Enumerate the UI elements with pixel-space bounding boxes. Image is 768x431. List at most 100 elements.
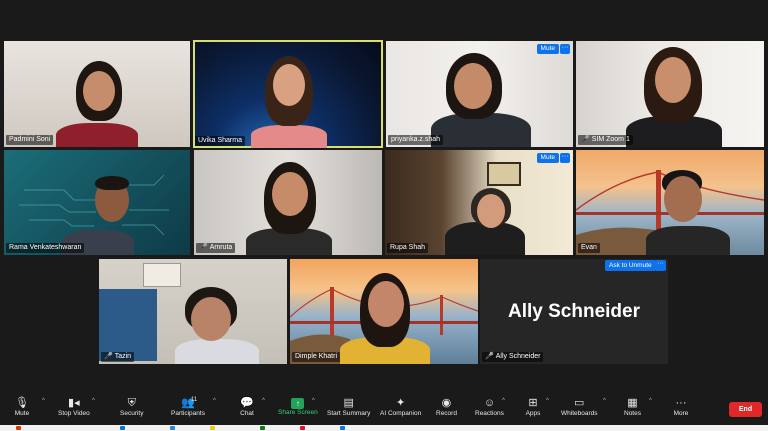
mic-muted-icon: 🎤 (581, 136, 590, 143)
participant-name: SIM Zoom 1 (591, 136, 630, 143)
participant-face (272, 172, 308, 216)
participant-name: Rama Venkateshwaran (9, 244, 82, 251)
meeting-toolbar: 🎙 Mute ^ ▮◂ Stop Video ^ ⛨ Security 👥 11 … (0, 392, 768, 425)
participant-name: Evan (581, 244, 597, 251)
video-tile-priyanka-shah[interactable]: Mute ··· priyanka.z.shah (386, 41, 573, 147)
participant-figure (56, 123, 138, 147)
chat-button[interactable]: 💬 Chat (239, 396, 255, 418)
taskbar-app-icon[interactable] (210, 426, 215, 430)
more-button[interactable]: ··· More (673, 396, 689, 418)
notes-icon: ▦ (627, 397, 638, 409)
chat-label: Chat (240, 410, 254, 417)
notes-options-caret-icon[interactable]: ^ (649, 398, 652, 404)
participant-name: Ally Schneider (495, 353, 541, 360)
name-tag: Padmini Soni (6, 135, 54, 145)
name-tag: Dimple Khatri (292, 352, 341, 362)
wall-sign (143, 263, 181, 287)
video-tile-evan[interactable]: Evan (576, 150, 764, 255)
taskbar-app-icon[interactable] (170, 426, 175, 430)
mute-participant-button[interactable]: Mute (536, 153, 559, 163)
share-screen-arrow-icon: ↑ (291, 398, 305, 409)
video-tile-ally-schneider[interactable]: Ally Schneider 🎤 Ally Schneider (480, 259, 668, 364)
participant-face (454, 63, 492, 109)
video-tile-uvika-sharma[interactable]: Uvika Sharma (193, 40, 383, 148)
ai-companion-button[interactable]: ✦ AI Companion (380, 396, 421, 418)
name-tag: 🎤 Tazin (101, 352, 135, 362)
apps-button[interactable]: ⊞ Apps (525, 396, 541, 418)
mute-participant-button[interactable]: Mute (536, 44, 559, 54)
participant-hair (95, 176, 129, 190)
participant-name: Tazin (114, 353, 132, 360)
name-tag: 🎤 Amruta (196, 243, 236, 253)
sparkle-icon: ✦ (395, 397, 406, 409)
video-tile-tazin[interactable]: 🎤 Tazin (99, 259, 287, 364)
whiteboards-options-caret-icon[interactable]: ^ (603, 398, 606, 404)
participant-figure (646, 226, 730, 255)
apps-label: Apps (525, 410, 541, 417)
security-label: Security (120, 410, 144, 417)
notes-button[interactable]: ▦ Notes (624, 396, 641, 418)
taskbar-app-icon[interactable] (16, 426, 21, 430)
video-tile-amruta[interactable]: 🎤 Amruta (194, 150, 382, 255)
microphone-icon: 🎙 (15, 397, 29, 409)
taskbar-app-icon[interactable] (340, 426, 345, 430)
taskbar-app-icon[interactable] (300, 426, 305, 430)
chat-options-caret-icon[interactable]: ^ (262, 398, 265, 404)
whiteboards-label: Whiteboards (561, 410, 598, 417)
participant-more-button[interactable]: ··· (560, 44, 570, 54)
participant-name: Rupa Shah (390, 244, 426, 251)
video-tile-rama-venkateshwaran[interactable]: Rama Venkateshwaran (4, 150, 190, 255)
start-summary-button[interactable]: ▤ Start Summary (327, 396, 370, 418)
video-tile-sim-zoom-1[interactable]: 🎤 SIM Zoom 1 (576, 41, 764, 147)
video-tile-padmini-soni[interactable]: Padmini Soni (4, 41, 190, 147)
security-button[interactable]: ⛨ Security (120, 396, 143, 418)
mic-muted-icon: 🎤 (485, 353, 494, 360)
participant-face (664, 176, 702, 222)
ai-companion-label: AI Companion (380, 410, 422, 417)
share-options-caret-icon[interactable]: ^ (312, 398, 315, 404)
reactions-button[interactable]: ☺ Reactions (475, 396, 504, 418)
smiley-plus-icon: ☺ (483, 397, 496, 409)
taskbar-app-icon[interactable] (120, 426, 125, 430)
video-tile-dimple-khatri[interactable]: Dimple Khatri (290, 259, 478, 364)
ask-to-unmute-button[interactable]: Ask to Unmute (605, 260, 656, 271)
record-label: Record (436, 410, 457, 417)
end-meeting-button[interactable]: End (729, 402, 762, 417)
chat-bubble-icon: 💬 (240, 397, 254, 409)
os-taskbar (0, 425, 768, 431)
name-tag: 🎤 SIM Zoom 1 (578, 135, 633, 145)
video-tile-rupa-shah[interactable]: Mute ··· Rupa Shah (385, 150, 573, 255)
mute-button[interactable]: 🎙 Mute (14, 396, 30, 418)
participant-more-button[interactable]: ··· (560, 153, 570, 163)
name-tag: Uvika Sharma (195, 136, 245, 146)
participants-button[interactable]: 👥 11 Participants (171, 396, 205, 418)
name-tag: priyanka.z.shah (388, 135, 444, 145)
taskbar-app-icon[interactable] (260, 426, 265, 430)
more-dots-icon: ··· (675, 397, 687, 409)
name-tag: 🎤 Ally Schneider (482, 352, 544, 362)
participant-face (477, 194, 505, 228)
apps-options-caret-icon[interactable]: ^ (546, 398, 549, 404)
record-icon: ◉ (441, 397, 452, 409)
participants-icon: 👥 11 (181, 397, 198, 409)
record-button[interactable]: ◉ Record (436, 396, 457, 418)
participants-options-caret-icon[interactable]: ^ (213, 398, 216, 404)
shelf (99, 289, 157, 361)
mute-options-caret-icon[interactable]: ^ (42, 398, 45, 404)
stop-video-button[interactable]: ▮◂ Stop Video (58, 396, 90, 418)
share-screen-label: Share Screen (278, 409, 318, 416)
participant-more-button[interactable]: ··· (655, 260, 666, 271)
participant-figure (445, 222, 525, 255)
video-options-caret-icon[interactable]: ^ (92, 398, 95, 404)
name-tag: Rupa Shah (387, 243, 429, 253)
participant-name: Amruta (209, 244, 233, 251)
whiteboards-button[interactable]: ▭ Whiteboards (561, 396, 598, 418)
start-summary-label: Start Summary (327, 410, 371, 417)
participant-face (368, 281, 404, 327)
participant-figure (175, 339, 259, 364)
participant-face (191, 297, 231, 341)
apps-grid-icon: ⊞ (528, 397, 538, 409)
participant-name: Padmini Soni (9, 136, 51, 143)
shield-icon: ⛨ (127, 397, 136, 409)
reactions-options-caret-icon[interactable]: ^ (502, 398, 505, 404)
